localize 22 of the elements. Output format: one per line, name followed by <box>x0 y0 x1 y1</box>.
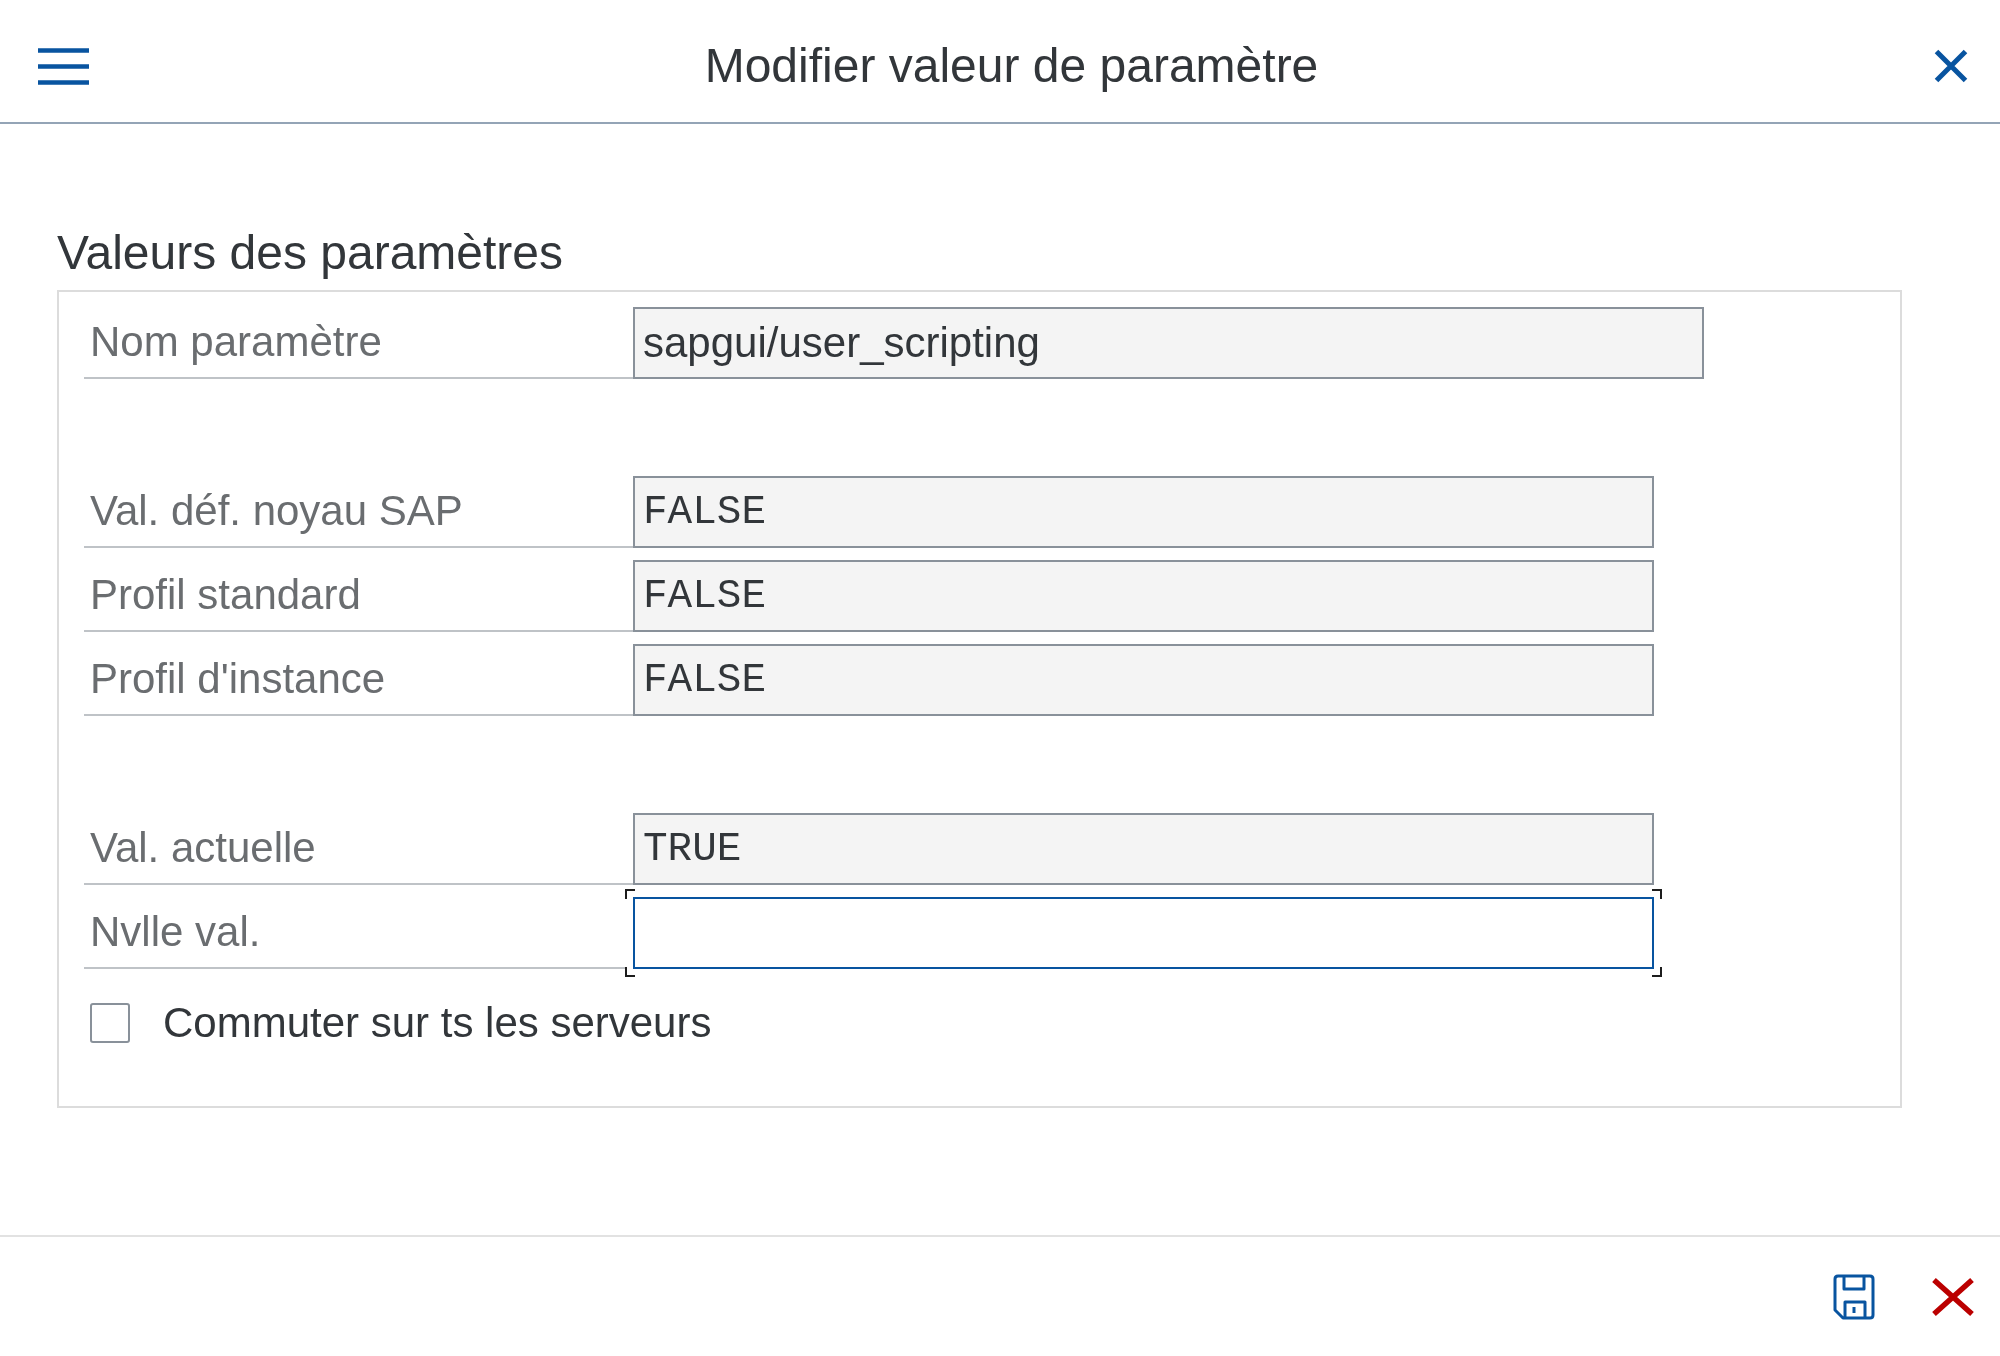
section-title: Valeurs des paramètres <box>57 225 563 281</box>
field-label: Val. déf. noyau SAP <box>90 486 463 536</box>
close-icon <box>1931 1276 1975 1317</box>
close-icon <box>1934 49 1968 83</box>
checkbox-label: Commuter sur ts les serveurs <box>163 999 712 1047</box>
input-field[interactable]: FALSE <box>633 644 1654 716</box>
menu-button[interactable] <box>38 47 89 85</box>
cancel-button[interactable] <box>1931 1276 1975 1317</box>
menu-icon <box>38 47 89 85</box>
field-label: Nom paramètre <box>90 317 382 367</box>
close-button[interactable] <box>1934 49 1968 83</box>
checkbox[interactable] <box>90 1003 130 1043</box>
input-field[interactable]: FALSE <box>633 560 1654 632</box>
field-label: Profil standard <box>90 570 361 620</box>
save-button[interactable] <box>1833 1273 1875 1320</box>
input-field[interactable]: sapgui/user_scripting <box>633 307 1704 379</box>
dialog-title: Modifier valeur de paramètre <box>703 38 1320 94</box>
field-label: Val. actuelle <box>90 823 316 873</box>
input-field[interactable]: FALSE <box>633 476 1654 548</box>
input-field[interactable]: TRUE <box>633 813 1654 885</box>
field-label: Profil d'instance <box>90 654 386 704</box>
field-label: Nvlle val. <box>90 907 261 957</box>
